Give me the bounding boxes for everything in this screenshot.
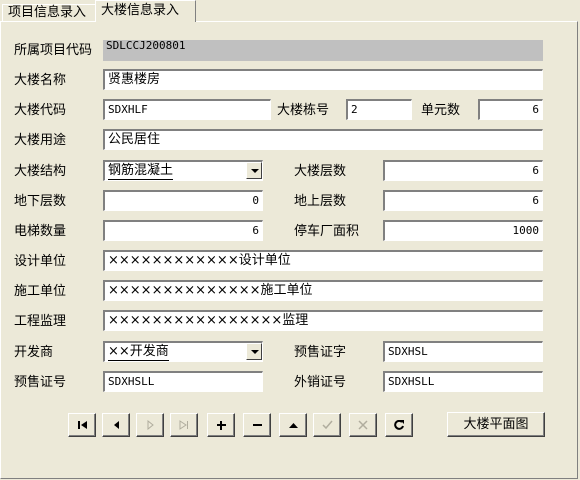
- construction-unit-input[interactable]: ××××××××××××××施工单位: [103, 280, 543, 301]
- next-record-icon: [147, 420, 154, 430]
- building-use-label: 大楼用途: [14, 133, 67, 148]
- edit-record-button[interactable]: [279, 413, 307, 437]
- structure-value: 钢筋混凝土: [108, 163, 174, 180]
- floor-plan-button[interactable]: 大楼平面图: [447, 412, 545, 437]
- chevron-down-icon[interactable]: [246, 162, 262, 179]
- cancel-record-icon: [358, 420, 368, 430]
- parking-area-input[interactable]: 1000: [383, 220, 543, 241]
- building-name-input[interactable]: 贤惠楼房: [103, 69, 543, 90]
- edit-record-icon: [289, 423, 298, 428]
- building-use-input[interactable]: 公民居住: [103, 129, 543, 150]
- elevators-input[interactable]: 6: [103, 220, 263, 241]
- supervision-label: 工程监理: [14, 314, 67, 329]
- floors-input[interactable]: 6: [383, 160, 543, 181]
- above-floors-label: 地上层数: [294, 194, 347, 209]
- floors-label: 大楼层数: [294, 164, 347, 179]
- building-code-label: 大楼代码: [14, 103, 67, 118]
- presale-permit-input[interactable]: SDXHSL: [383, 341, 543, 362]
- presale-cert-label: 预售证号: [14, 375, 67, 390]
- underground-floors-label: 地下层数: [14, 194, 67, 209]
- tab-project-info[interactable]: 项目信息录入: [2, 4, 96, 21]
- elevators-label: 电梯数量: [14, 224, 67, 239]
- building-name-label: 大楼名称: [14, 73, 67, 88]
- refresh-button[interactable]: [385, 413, 413, 437]
- unit-count-label: 单元数: [421, 103, 461, 118]
- design-unit-label: 设计单位: [14, 254, 67, 269]
- chevron-down-icon[interactable]: [246, 343, 262, 360]
- underground-floors-input[interactable]: 0: [103, 190, 263, 211]
- developer-label: 开发商: [14, 345, 54, 360]
- parking-area-label: 停车厂面积: [294, 224, 360, 239]
- next-record-button[interactable]: [136, 413, 164, 437]
- prev-record-button[interactable]: [102, 413, 130, 437]
- refresh-icon: [394, 420, 404, 430]
- external-sales-cert-input[interactable]: SDXHSLL: [383, 371, 543, 392]
- last-record-icon: [179, 420, 188, 430]
- building-number-label: 大楼栋号: [277, 103, 330, 118]
- prev-record-icon: [114, 421, 119, 429]
- last-record-button[interactable]: [170, 413, 198, 437]
- project-code-field: SDLCCJ200801: [103, 40, 543, 61]
- delete-record-icon: [253, 424, 262, 426]
- supervision-input[interactable]: ××××××××××××××××监理: [103, 310, 543, 331]
- above-floors-input[interactable]: 6: [383, 190, 543, 211]
- project-code-label: 所属项目代码: [14, 43, 93, 58]
- structure-label: 大楼结构: [14, 164, 67, 179]
- building-code-input[interactable]: SDXHLF: [103, 99, 271, 120]
- post-record-button[interactable]: [313, 413, 341, 437]
- insert-record-button[interactable]: [207, 413, 235, 437]
- construction-unit-label: 施工单位: [14, 284, 67, 299]
- cancel-record-button[interactable]: [349, 413, 377, 437]
- developer-value: ××开发商: [108, 344, 169, 361]
- building-number-input[interactable]: 2: [346, 99, 412, 120]
- first-record-icon: [78, 421, 87, 429]
- structure-select[interactable]: 钢筋混凝土: [103, 160, 263, 181]
- developer-select[interactable]: ××开发商: [103, 341, 263, 362]
- tab-building-info[interactable]: 大楼信息录入: [95, 0, 196, 22]
- tab-strip: 项目信息录入 大楼信息录入: [0, 0, 580, 22]
- insert-record-icon: [217, 421, 226, 430]
- external-sales-cert-label: 外销证号: [294, 375, 347, 390]
- presale-cert-input[interactable]: SDXHSLL: [103, 371, 263, 392]
- design-unit-input[interactable]: ××××××××××××设计单位: [103, 250, 543, 271]
- presale-permit-label: 预售证字: [294, 345, 347, 360]
- post-record-icon: [322, 420, 333, 430]
- first-record-button[interactable]: [68, 413, 96, 437]
- delete-record-button[interactable]: [243, 413, 271, 437]
- unit-count-input[interactable]: 6: [478, 99, 543, 120]
